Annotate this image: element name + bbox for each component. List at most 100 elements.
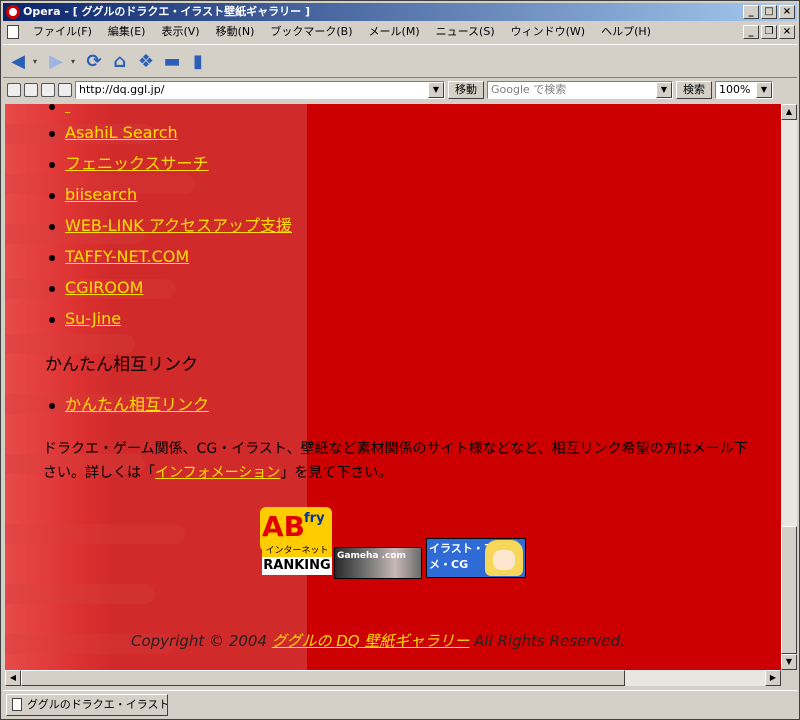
illust-anime-cg-banner[interactable]: イラスト・アニメ・CG	[426, 538, 526, 578]
mdi-minimize-button[interactable]: _	[743, 25, 759, 39]
camera-icon[interactable]	[24, 83, 38, 97]
window-controls: _ □ ×	[743, 5, 795, 19]
window-title: Opera - [ ググルのドラクエ・イラスト壁紙ギャラリー ]	[23, 5, 311, 18]
link-web-link[interactable]: WEB-LINK アクセスアップ支援	[65, 216, 292, 235]
zoom-select[interactable]: 100% ▼	[715, 81, 773, 99]
menu-bookmarks[interactable]: ブックマーク(B)	[262, 22, 360, 42]
copyright-prefix: Copyright © 2004	[131, 632, 272, 650]
section-heading: かんたん相互リンク	[45, 355, 198, 375]
bullet	[49, 286, 55, 292]
copyright-notice: Copyright © 2004 ググルの DQ 壁紙ギャラリー All Rig…	[131, 630, 625, 651]
vertical-scrollbar[interactable]: ▲ ▼	[781, 104, 797, 670]
fry-label: fry	[304, 511, 325, 526]
ranking-label: RANKING	[262, 557, 332, 575]
title-bar[interactable]: Opera - [ ググルのドラクエ・イラスト壁紙ギャラリー ] _ □ ×	[3, 3, 797, 21]
search-button[interactable]: 検索	[676, 81, 712, 99]
list-item: AsahiL Search	[49, 123, 178, 143]
mdi-controls: _ ❐ ×	[743, 25, 795, 39]
document-icon	[7, 25, 19, 39]
link-biisearch[interactable]: biisearch	[65, 185, 137, 204]
vertical-scroll-thumb[interactable]	[781, 526, 797, 654]
scrollbar-corner	[781, 670, 797, 686]
menu-view[interactable]: 表示(V)	[153, 22, 207, 42]
print-icon[interactable]: ▬	[161, 50, 183, 72]
page-bar: ググルのドラクエ・イラスト...	[3, 690, 797, 718]
search-placeholder: Google で検索	[491, 83, 567, 96]
page-tab-label: ググルのドラクエ・イラスト...	[27, 698, 168, 711]
hotlist-icon[interactable]: ❖	[135, 50, 157, 72]
page-viewport: AsahiL Search フェニックスサーチ biisearch WEB-LI…	[5, 104, 781, 670]
reload-icon[interactable]: ⟳	[83, 50, 105, 72]
search-engine-dropdown-icon[interactable]: ▼	[656, 82, 672, 98]
menu-edit[interactable]: 編集(E)	[100, 22, 154, 42]
user-icon[interactable]	[58, 83, 72, 97]
page-icon[interactable]: ▮	[187, 50, 209, 72]
paragraph-text: ドラクエ・ゲーム関係、CG・イラスト、壁紙など素材関係のサイト様などなど、相互リ…	[43, 441, 748, 481]
scroll-left-icon[interactable]: ◀	[5, 670, 21, 686]
url-text: http://dq.ggl.jp/	[79, 83, 165, 96]
menu-help[interactable]: ヘルプ(H)	[593, 22, 659, 42]
mdi-restore-button[interactable]: ❐	[761, 25, 777, 39]
address-bar: http://dq.ggl.jp/ ▼ 移動 Google で検索 ▼ 検索 1…	[3, 79, 797, 101]
link-site-home[interactable]: ググルの DQ 壁紙ギャラリー	[272, 632, 470, 650]
forward-icon[interactable]: ▶	[45, 50, 67, 72]
menu-navigate[interactable]: 移動(N)	[208, 22, 263, 42]
navigation-toolbar: ◀ ▾ ▶ ▾ ⟳ ⌂ ❖ ▬ ▮	[3, 44, 797, 78]
menu-file[interactable]: ファイル(F)	[25, 22, 100, 42]
bullet	[49, 131, 55, 137]
link-su-jine[interactable]: Su-Jine	[65, 309, 121, 328]
link-kantan-sougo[interactable]: かんたん相互リンク	[65, 395, 209, 414]
horizontal-scrollbar[interactable]: ◀ ▶	[5, 670, 781, 686]
home-icon[interactable]: ⌂	[109, 50, 131, 72]
list-item: フェニックスサーチ	[49, 154, 209, 174]
go-button[interactable]: 移動	[448, 81, 484, 99]
new-page-icon[interactable]	[41, 83, 55, 97]
info-paragraph: ドラクエ・ゲーム関係、CG・イラスト、壁紙など素材関係のサイト様などなど、相互リ…	[43, 437, 753, 485]
back-icon[interactable]: ◀	[7, 50, 29, 72]
bullet	[49, 403, 55, 409]
scroll-up-icon[interactable]: ▲	[781, 104, 797, 120]
url-dropdown-icon[interactable]: ▼	[428, 82, 444, 98]
menu-news[interactable]: ニュース(S)	[428, 22, 503, 42]
link-taffy-net[interactable]: TAFFY-NET.COM	[65, 247, 189, 266]
bullet	[49, 224, 55, 230]
abfry-ranking-banner[interactable]: AB fry インターネット総合 RANKING	[260, 507, 332, 577]
url-input[interactable]: http://dq.ggl.jp/ ▼	[75, 81, 445, 99]
browser-window: Opera - [ ググルのドラクエ・イラスト壁紙ギャラリー ] _ □ × フ…	[0, 0, 800, 720]
copyright-suffix: All Rights Reserved.	[469, 632, 625, 650]
forward-dropdown-icon[interactable]: ▾	[71, 57, 79, 66]
bullet	[49, 255, 55, 261]
link-asahil-search[interactable]: AsahiL Search	[65, 123, 178, 142]
lock-icon[interactable]	[7, 83, 21, 97]
scroll-down-icon[interactable]: ▼	[781, 654, 797, 670]
zoom-dropdown-icon[interactable]: ▼	[756, 82, 772, 98]
list-item: biisearch	[49, 185, 137, 205]
bullet	[49, 193, 55, 199]
page-tab-icon	[12, 698, 22, 711]
link-cgiroom[interactable]: CGIROOM	[65, 278, 143, 297]
menu-mail[interactable]: メール(M)	[361, 22, 428, 42]
anime-face-image	[485, 540, 523, 576]
page-content: AsahiL Search フェニックスサーチ biisearch WEB-LI…	[5, 104, 781, 670]
link-information[interactable]: インフォメーション	[155, 465, 280, 481]
list-item: CGIROOM	[49, 278, 143, 298]
menu-window[interactable]: ウィンドウ(W)	[503, 22, 593, 42]
search-input[interactable]: Google で検索 ▼	[487, 81, 673, 99]
list-item: Su-Jine	[49, 309, 121, 329]
horizontal-scroll-thumb[interactable]	[21, 670, 625, 686]
close-button[interactable]: ×	[779, 5, 795, 19]
back-dropdown-icon[interactable]: ▾	[33, 57, 41, 66]
list-item: WEB-LINK アクセスアップ支援	[49, 216, 292, 236]
page-tab[interactable]: ググルのドラクエ・イラスト...	[6, 694, 168, 716]
minimize-button[interactable]: _	[743, 5, 759, 19]
paragraph-text-end: 」を見て下さい。	[280, 465, 393, 481]
link-phoenix-search[interactable]: フェニックスサーチ	[65, 154, 209, 173]
maximize-button[interactable]: □	[761, 5, 777, 19]
bullet	[49, 317, 55, 323]
scroll-right-icon[interactable]: ▶	[765, 670, 781, 686]
gameha-banner[interactable]: Gameha .com	[334, 547, 422, 579]
zoom-value: 100%	[719, 83, 751, 96]
menu-bar: ファイル(F) 編集(E) 表示(V) 移動(N) ブックマーク(B) メール(…	[3, 22, 797, 42]
list-item: かんたん相互リンク	[49, 395, 209, 415]
mdi-close-button[interactable]: ×	[779, 25, 795, 39]
